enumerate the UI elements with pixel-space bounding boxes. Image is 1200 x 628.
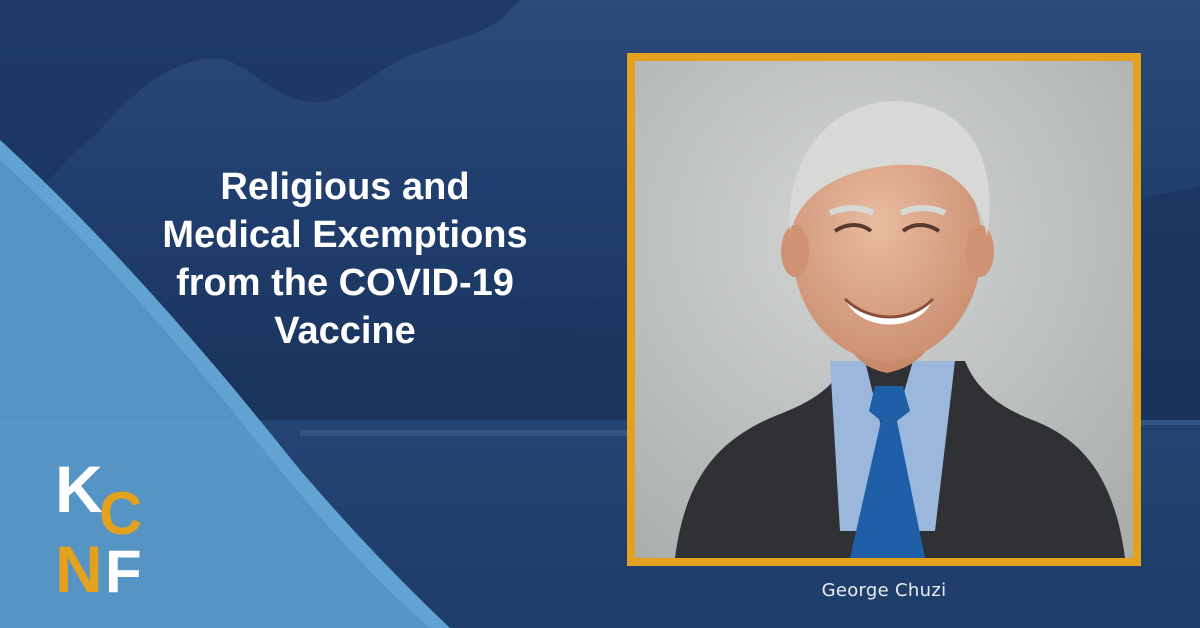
headline-line-3: from the COVID-19 [176, 262, 514, 304]
logo-letter-n: N [55, 532, 103, 597]
headline: Religious and Medical Exemptions from th… [110, 163, 580, 355]
logo-letter-f: F [105, 538, 142, 597]
photo-caption: George Chuzi [821, 580, 947, 601]
portrait-photo-frame [627, 53, 1141, 566]
headline-line-1: Religious and [220, 166, 470, 208]
kcnf-logo: K C N F [55, 452, 142, 597]
logo-letter-k: K [55, 452, 103, 526]
logo-letter-c: C [99, 480, 142, 547]
promo-banner: Religious and Medical Exemptions from th… [0, 0, 1200, 628]
portrait-photo [635, 61, 1133, 558]
headline-line-2: Medical Exemptions [162, 214, 528, 256]
headline-line-4: Vaccine [274, 310, 416, 352]
